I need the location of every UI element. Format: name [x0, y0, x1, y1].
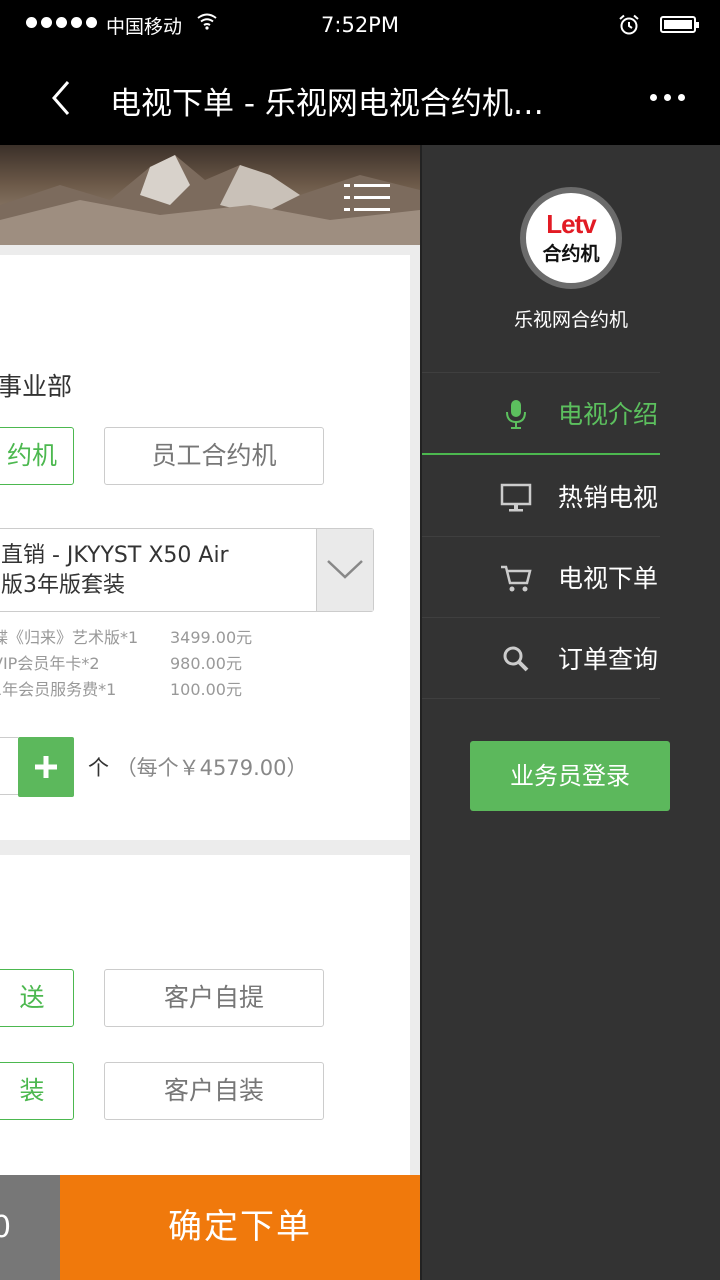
- battery-icon: [660, 16, 699, 33]
- staff-login-button[interactable]: 业务员登录: [470, 741, 670, 811]
- install-option-install[interactable]: 装: [0, 1062, 74, 1120]
- side-item-tv-order[interactable]: 电视下单: [422, 537, 660, 618]
- product-select-value: 直销 - JKYYST X50 Air 版3年版套装: [1, 543, 229, 598]
- package-items-list: 谍《归来》艺术版*1 3499.00元 VIP会员年卡*2 980.00元 1年…: [0, 625, 292, 703]
- navigation-bar: 电视下单 - 乐视网电视合约机…: [0, 50, 720, 145]
- back-chevron-icon[interactable]: [44, 80, 80, 116]
- cart-icon: [501, 565, 532, 592]
- side-menu-drawer: Letv 合约机 乐视网合约机 电视介绍 热销电视 电视下单 订单查询 业务员登…: [422, 145, 720, 1280]
- status-time: 7:52PM: [321, 13, 399, 37]
- delivery-option-send[interactable]: 送: [0, 969, 74, 1027]
- product-card: 事业部 约机 员工合约机 直销 - JKYYST X50 Air 版3年版套装 …: [0, 255, 410, 840]
- search-icon: [503, 646, 529, 672]
- page-title: 电视下单 - 乐视网电视合约机…: [110, 86, 544, 122]
- type-option-contract[interactable]: 约机: [0, 427, 74, 485]
- side-item-tv-intro[interactable]: 电视介绍: [422, 373, 660, 455]
- select-dropdown-button[interactable]: [316, 529, 373, 611]
- delivery-option-self-pickup[interactable]: 客户自提: [104, 969, 324, 1027]
- department-label: 事业部: [0, 372, 73, 401]
- delivery-card: 送 客户自提 装 客户自装: [0, 855, 410, 1175]
- plus-icon: [35, 756, 57, 778]
- chevron-down-icon: [327, 560, 363, 579]
- more-options-icon[interactable]: [650, 94, 685, 101]
- letv-logo: Letv 合约机: [520, 187, 622, 289]
- alarm-icon: [619, 14, 639, 35]
- brand-name: 乐视网合约机: [513, 309, 628, 331]
- product-select[interactable]: 直销 - JKYYST X50 Air 版3年版套装: [0, 528, 374, 612]
- type-option-employee-contract[interactable]: 员工合约机: [104, 427, 324, 485]
- package-item: VIP会员年卡*2 980.00元: [0, 654, 242, 673]
- install-option-self-install[interactable]: 客户自装: [104, 1062, 324, 1120]
- side-item-order-query[interactable]: 订单查询: [422, 618, 660, 699]
- quantity-plus-button[interactable]: [18, 737, 74, 797]
- monitor-icon: [500, 483, 532, 512]
- order-page: 事业部 约机 员工合约机 直销 - JKYYST X50 Air 版3年版套装 …: [0, 145, 420, 1280]
- mountain-banner: [0, 145, 420, 245]
- bottom-order-bar: 0 确定下单: [0, 1175, 420, 1280]
- status-bar: 中国移动 7:52PM: [0, 0, 720, 50]
- side-item-hot-tv[interactable]: 热销电视: [422, 456, 660, 537]
- confirm-order-button[interactable]: 确定下单: [60, 1175, 420, 1280]
- microphone-icon: [506, 400, 526, 429]
- list-menu-icon[interactable]: [344, 183, 390, 213]
- package-item: 1年会员服务费*1 100.00元: [0, 680, 242, 699]
- quantity-input[interactable]: [0, 737, 18, 795]
- package-item: 谍《归来》艺术版*1 3499.00元: [0, 628, 253, 647]
- order-total: 0: [0, 1175, 60, 1280]
- unit-price-text: 个 （每个￥4579.00）: [88, 756, 308, 780]
